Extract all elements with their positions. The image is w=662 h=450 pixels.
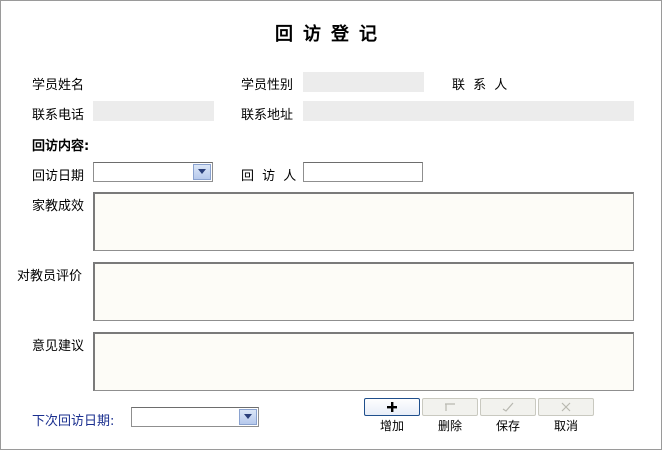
- tutoring-result-textarea[interactable]: [93, 192, 634, 251]
- checkmark-icon: [502, 402, 514, 412]
- next-visit-date-label: 下次回访日期:: [32, 414, 115, 429]
- suggestion-label: 意见建议: [32, 339, 85, 354]
- save-button-label[interactable]: 保存: [480, 417, 536, 434]
- close-icon: [561, 402, 571, 412]
- cancel-button[interactable]: [538, 398, 594, 416]
- visitor-field[interactable]: [303, 162, 423, 182]
- add-button[interactable]: [364, 398, 420, 416]
- add-button-label[interactable]: 增加: [364, 417, 420, 434]
- visit-date-dropdown-button[interactable]: [193, 164, 211, 180]
- delete-icon: [445, 403, 455, 411]
- phone-label: 联系电话: [32, 108, 85, 123]
- tutor-review-textarea[interactable]: [93, 262, 634, 321]
- cancel-button-label[interactable]: 取消: [538, 417, 594, 434]
- tutoring-result-label: 家教成效: [32, 199, 85, 214]
- suggestion-textarea[interactable]: [93, 332, 634, 391]
- delete-button-label[interactable]: 删除: [422, 417, 478, 434]
- chevron-down-icon: [198, 169, 206, 174]
- delete-button[interactable]: [422, 398, 478, 416]
- student-name-label: 学员姓名: [32, 78, 85, 93]
- address-label: 联系地址: [241, 108, 294, 123]
- visit-date-combo[interactable]: [93, 162, 213, 182]
- next-visit-date-dropdown-button[interactable]: [239, 409, 257, 425]
- form-title: 回访登记: [275, 24, 387, 45]
- plus-icon: [387, 402, 397, 412]
- student-gender-label: 学员性别: [241, 78, 294, 93]
- visitor-label: 回 访 人: [241, 169, 299, 184]
- address-field[interactable]: [303, 101, 634, 121]
- contact-person-label: 联 系 人: [452, 78, 510, 93]
- visit-date-label: 回访日期: [32, 169, 85, 184]
- student-gender-field[interactable]: [303, 72, 424, 92]
- tutor-review-label: 对教员评价: [17, 269, 83, 284]
- save-button[interactable]: [480, 398, 536, 416]
- visit-content-heading: 回访内容:: [32, 139, 90, 154]
- chevron-down-icon: [244, 414, 252, 419]
- next-visit-date-combo[interactable]: [131, 407, 259, 427]
- phone-field[interactable]: [93, 101, 214, 121]
